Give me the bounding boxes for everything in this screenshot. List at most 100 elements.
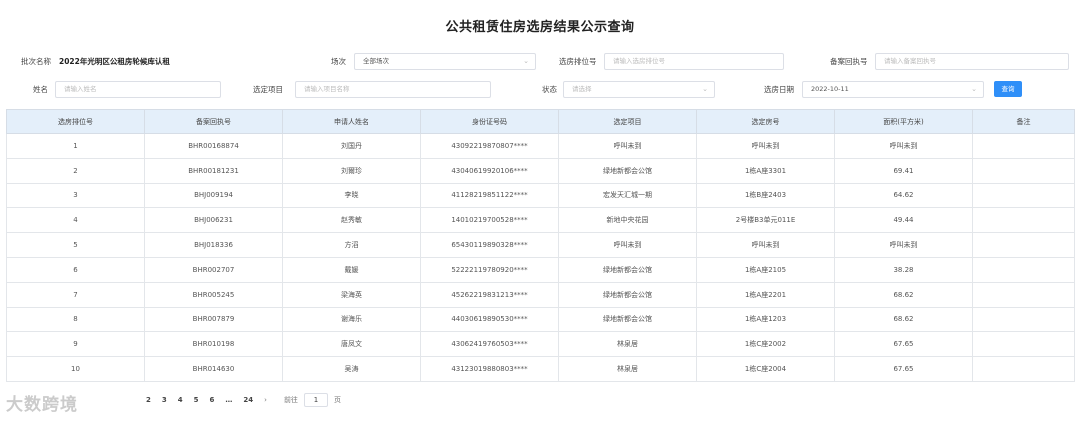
table-cell: 43040619920106**** xyxy=(420,157,559,184)
table-cell: 1栋B座2403 xyxy=(696,182,835,209)
table-cell: 刘国丹 xyxy=(282,133,421,159)
table-cell: 49.44 xyxy=(834,207,973,234)
table-cell: 吴涛 xyxy=(282,356,421,382)
table-cell: 52222119780920**** xyxy=(420,256,559,283)
table-cell: BHJ009194 xyxy=(144,182,283,209)
table-cell: BHJ018336 xyxy=(144,232,283,258)
column-header: 申请人姓名 xyxy=(282,109,421,134)
table-cell: 1栋A座2105 xyxy=(696,256,835,283)
table-cell: BHR002707 xyxy=(144,256,283,283)
pagination-ellipsis[interactable]: … xyxy=(225,396,232,404)
table-row: 5 BHJ018336 方滔 65430119890328**** 呼叫未到 呼叫未到 呼叫… xyxy=(6,232,1075,258)
session-value: 全部场次 xyxy=(363,57,389,65)
table-cell xyxy=(972,207,1075,234)
page-number-button[interactable]: 3 xyxy=(162,396,167,404)
table-cell: 呼叫未到 xyxy=(696,232,835,258)
table-cell: 68.62 xyxy=(834,281,973,308)
table-cell: 梁海英 xyxy=(282,281,421,308)
table-cell: BHR00181231 xyxy=(144,157,283,184)
page-number-button[interactable]: 6 xyxy=(210,396,215,404)
table-cell: 64.62 xyxy=(834,182,973,209)
table-cell: 67.65 xyxy=(834,356,973,382)
date-picker[interactable]: 2022-10-11 ⌄ xyxy=(802,81,984,98)
table-cell: 1栋A座2201 xyxy=(696,281,835,308)
table-cell: 绿地新都会公馆 xyxy=(558,157,697,184)
page-number-button[interactable]: 2 xyxy=(146,396,151,404)
status-placeholder: 请选择 xyxy=(572,85,592,93)
table-cell: 唐凤文 xyxy=(282,331,421,358)
table-cell: 1栋A座3301 xyxy=(696,157,835,184)
table-row: 3 BHJ009194 李晓 41128219851122**** 宏发天汇城一期 1栋B… xyxy=(6,182,1075,209)
column-header: 身份证号码 xyxy=(420,109,559,134)
table-cell: 新地中央花园 xyxy=(558,207,697,234)
table-cell: 绿地新都会公馆 xyxy=(558,306,697,333)
page-unit-label: 页 xyxy=(333,396,341,404)
table-cell: 谢海乐 xyxy=(282,306,421,333)
table-cell: 65430119890328**** xyxy=(420,232,559,258)
table-cell: 戴媛 xyxy=(282,256,421,283)
table-cell: 45262219831213**** xyxy=(420,281,559,308)
chevron-down-icon: ⌄ xyxy=(523,57,529,65)
session-select[interactable]: 全部场次 ⌄ xyxy=(354,53,536,70)
table-cell: 林泉居 xyxy=(558,331,697,358)
table-cell: 1栋C座2002 xyxy=(696,331,835,358)
table-cell: 赵秀敏 xyxy=(282,207,421,234)
column-header: 备注 xyxy=(972,109,1075,134)
table-cell: 1 xyxy=(6,133,145,159)
table-cell: 绿地新都会公馆 xyxy=(558,281,697,308)
table-row: 4 BHJ006231 赵秀敏 14010219700528**** 新地中央花园 2号楼… xyxy=(6,207,1075,234)
rank-label: 选房排位号 xyxy=(559,57,597,66)
name-input[interactable]: 请输入姓名 xyxy=(55,81,221,98)
column-header: 面积(平方米) xyxy=(834,109,973,134)
session-label: 场次 xyxy=(331,57,346,66)
table-cell: 41128219851122**** xyxy=(420,182,559,209)
goto-page-input[interactable]: 1 xyxy=(303,393,328,407)
table-cell: 14010219700528**** xyxy=(420,207,559,234)
page-number-button[interactable]: 24 xyxy=(243,396,253,404)
table-cell: 7 xyxy=(6,281,145,308)
query-button[interactable]: 查询 xyxy=(994,81,1022,97)
page-number-button[interactable]: 5 xyxy=(194,396,199,404)
name-label: 姓名 xyxy=(33,85,48,94)
table-cell xyxy=(972,356,1075,382)
table-cell: 1栋C座2004 xyxy=(696,356,835,382)
table-cell: 5 xyxy=(6,232,145,258)
table-cell: BHJ006231 xyxy=(144,207,283,234)
status-select[interactable]: 请选择 ⌄ xyxy=(563,81,715,98)
table-cell: 43123019880803**** xyxy=(420,356,559,382)
table-cell: 宏发天汇城一期 xyxy=(558,182,697,209)
table-cell: BHR014630 xyxy=(144,356,283,382)
table-cell: 呼叫未到 xyxy=(834,232,973,258)
table-cell: 李晓 xyxy=(282,182,421,209)
column-header: 选定房号 xyxy=(696,109,835,134)
column-header: 选房排位号 xyxy=(6,109,145,134)
table-cell: 呼叫未到 xyxy=(696,133,835,159)
receipt-label: 备案回执号 xyxy=(830,57,868,66)
table-cell xyxy=(972,232,1075,258)
table-cell xyxy=(972,256,1075,283)
chevron-down-icon: ⌄ xyxy=(702,85,708,93)
table-cell: 68.62 xyxy=(834,306,973,333)
table-cell xyxy=(972,133,1075,159)
results-table: 选房排位号 备案回执号 申请人姓名 身份证号码 选定项目 选定房号 面积(平方米) 备注 1B… xyxy=(6,109,1075,382)
batch-label: 批次名称 xyxy=(21,57,51,66)
next-page-button[interactable]: › xyxy=(264,396,267,404)
table-cell xyxy=(972,281,1075,308)
table-cell: 2号楼B3单元011E xyxy=(696,207,835,234)
table-cell: 4 xyxy=(6,207,145,234)
page-title: 公共租赁住房选房结果公示查询 xyxy=(445,20,635,35)
rank-input[interactable]: 请输入选房排位号 xyxy=(604,53,784,70)
page-number-button[interactable]: 4 xyxy=(178,396,183,404)
table-cell: 43062419760503**** xyxy=(420,331,559,358)
table-cell xyxy=(972,331,1075,358)
table-cell: 绿地新都会公馆 xyxy=(558,256,697,283)
table-cell xyxy=(972,182,1075,209)
project-label: 选定项目 xyxy=(253,85,283,94)
table-header-row: 选房排位号 备案回执号 申请人姓名 身份证号码 选定项目 选定房号 面积(平方米) 备注 xyxy=(6,109,1075,134)
table-cell: 67.65 xyxy=(834,331,973,358)
project-input[interactable]: 请输入项目名称 xyxy=(295,81,491,98)
table-row: 10 BHR014630 吴涛 43123019880803**** 林泉居 1栋C座20… xyxy=(6,356,1075,382)
table-row: 2 BHR00181231 刘爾珍 43040619920106**** 绿地新都会公馆… xyxy=(6,157,1075,184)
receipt-input[interactable]: 请输入备案回执号 xyxy=(875,53,1069,70)
table-cell: 44030619890530**** xyxy=(420,306,559,333)
